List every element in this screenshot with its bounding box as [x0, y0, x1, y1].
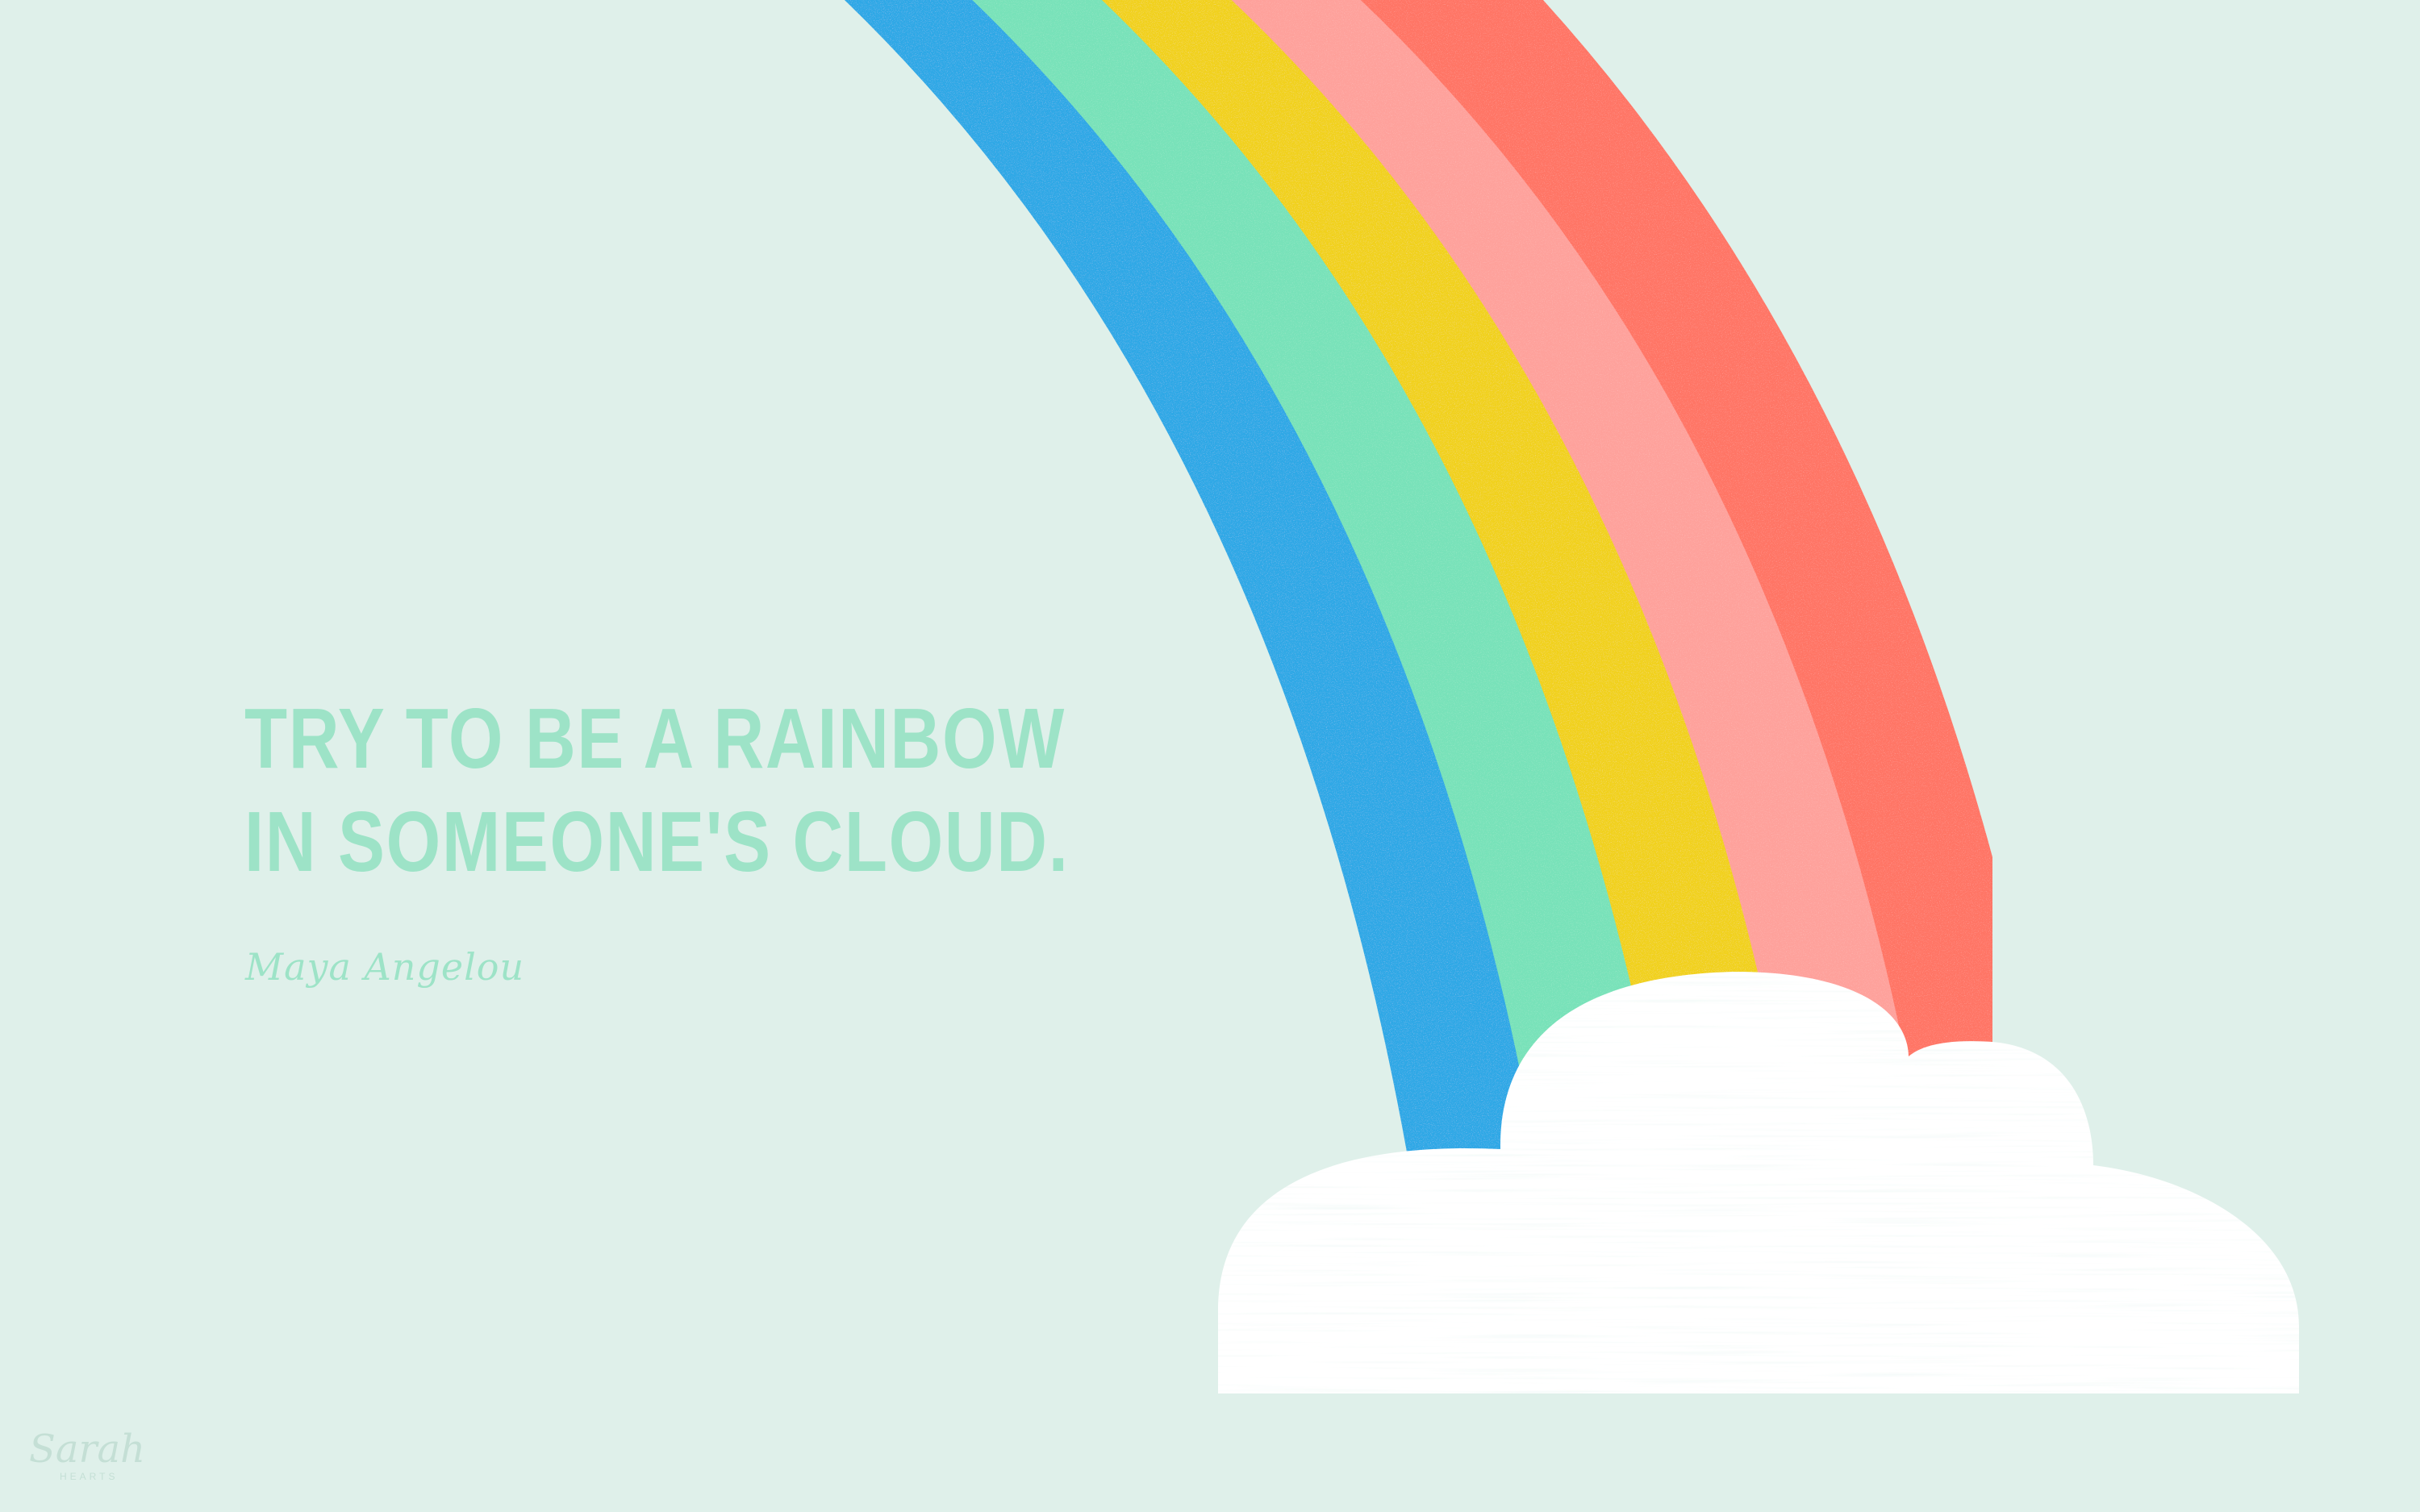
brand-logo: Sarah HEARTS [29, 1427, 182, 1492]
quote-author: Maya Angelou [245, 945, 525, 989]
quote-line-2: IN SOMEONE'S CLOUD. [244, 794, 1070, 889]
brand-logo-script: Sarah [29, 1427, 145, 1472]
quote-line-1: TRY TO BE A RAINBOW [244, 691, 1066, 786]
brand-logo-subtext: HEARTS [60, 1471, 119, 1482]
quote-text: TRY TO BE A RAINBOW IN SOMEONE'S CLOUD. [244, 687, 1070, 893]
cloud-shape [1218, 972, 2299, 1393]
wallpaper-canvas: TRY TO BE A RAINBOW IN SOMEONE'S CLOUD. … [0, 0, 2420, 1512]
